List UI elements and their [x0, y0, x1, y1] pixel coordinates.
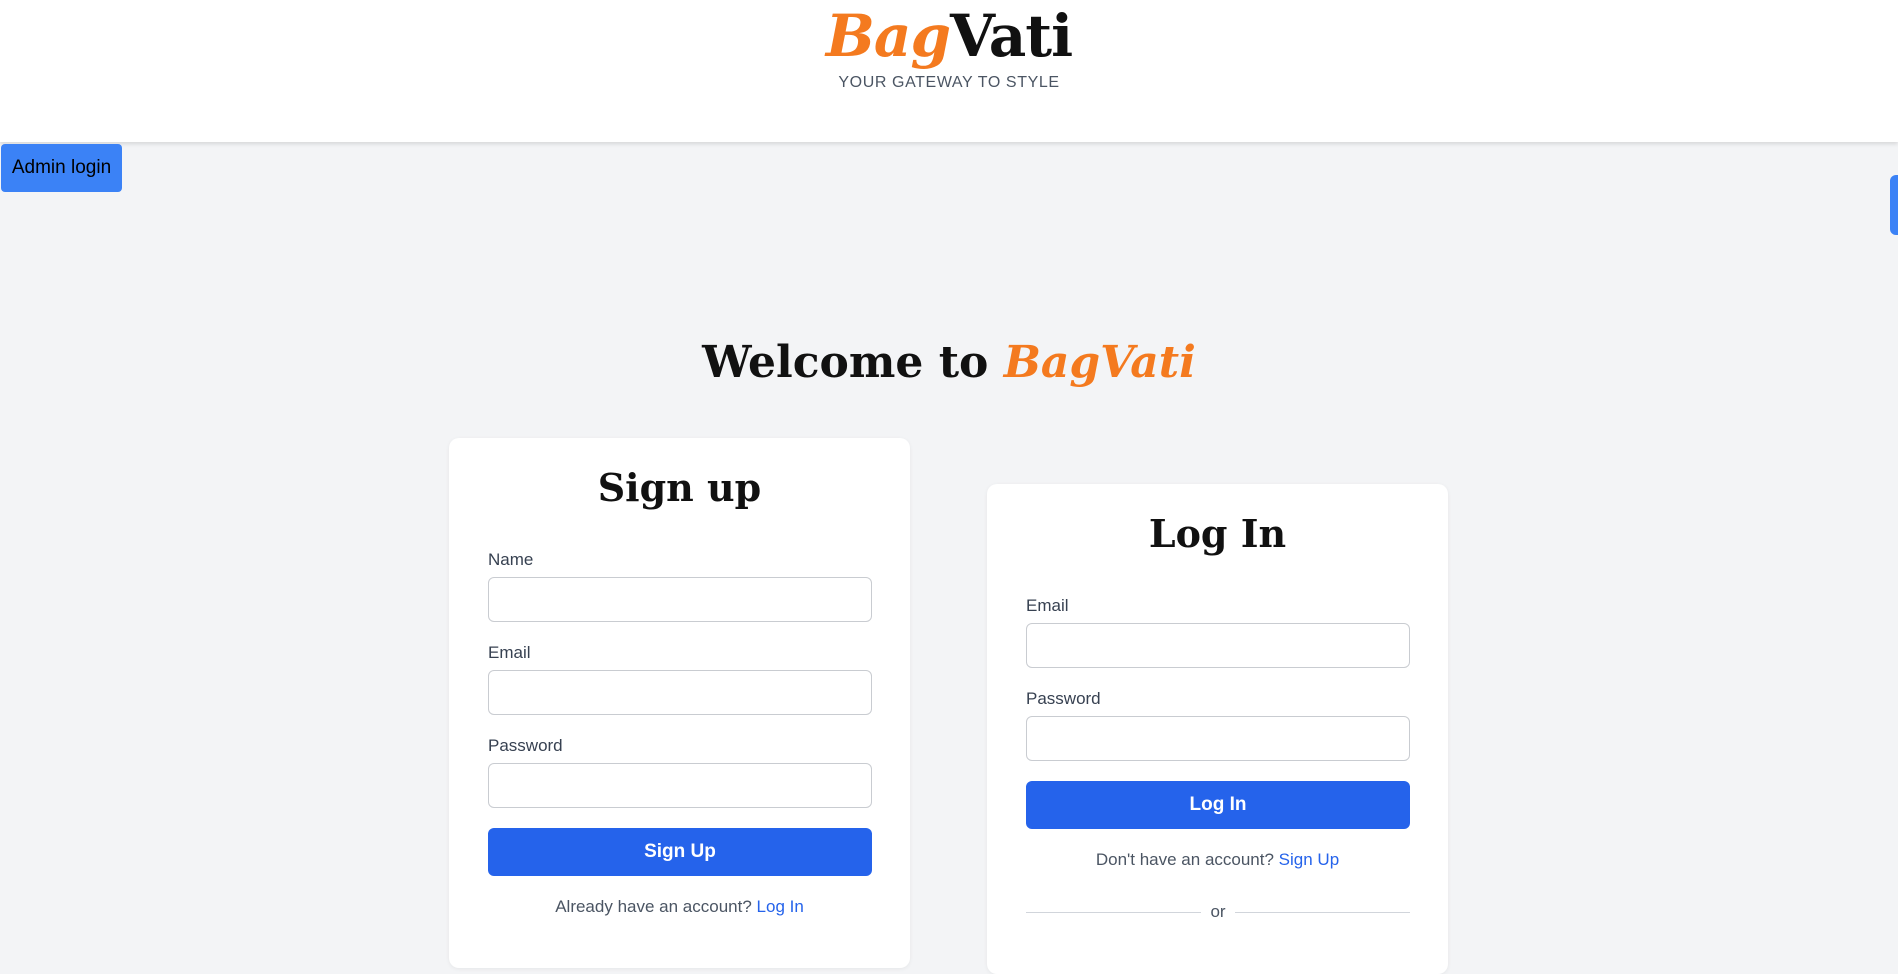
signup-name-input[interactable]	[488, 577, 872, 622]
brand-logo[interactable]: BagVati	[0, 2, 1898, 70]
welcome-heading: Welcome to BagVati	[0, 335, 1898, 391]
logo-bag-text: Bag	[825, 2, 951, 70]
logo-vati-text: Vati	[950, 2, 1073, 70]
divider-line-right	[1235, 912, 1410, 913]
signup-switch-text: Already have an account?	[555, 897, 752, 916]
signup-password-input[interactable]	[488, 763, 872, 808]
login-title: Log In	[1148, 511, 1287, 556]
login-password-label: Password	[1026, 689, 1101, 708]
side-edge-tab[interactable]	[1890, 175, 1898, 235]
signup-email-input[interactable]	[488, 670, 872, 715]
welcome-brand: BagVati	[1003, 337, 1196, 388]
signup-title: Sign up	[597, 465, 762, 510]
or-divider: or	[1026, 902, 1410, 922]
login-email-label: Email	[1026, 596, 1069, 615]
signup-password-label: Password	[488, 736, 563, 755]
site-header: BagVati YOUR GATEWAY TO STYLE	[0, 0, 1898, 142]
welcome-prefix: Welcome to	[702, 337, 1004, 388]
signup-card: Sign up Name Email Password Sign Up Alre…	[449, 438, 910, 968]
login-submit-button[interactable]: Log In	[1026, 781, 1410, 829]
login-password-input[interactable]	[1026, 716, 1410, 761]
tagline: YOUR GATEWAY TO STYLE	[838, 74, 1060, 91]
login-switch-line: Don't have an account? Sign Up	[987, 850, 1448, 870]
signup-submit-button[interactable]: Sign Up	[488, 828, 872, 876]
login-switch-text: Don't have an account?	[1095, 850, 1274, 869]
signup-link[interactable]: Sign Up	[1279, 850, 1339, 869]
signup-email-label: Email	[488, 643, 531, 662]
login-link[interactable]: Log In	[757, 897, 804, 916]
signup-name-label: Name	[488, 550, 534, 569]
login-email-input[interactable]	[1026, 623, 1410, 668]
login-card: Log In Email Password Log In Don't have …	[987, 484, 1448, 974]
admin-login-button[interactable]: Admin login	[1, 144, 122, 192]
signup-switch-line: Already have an account? Log In	[449, 897, 910, 917]
